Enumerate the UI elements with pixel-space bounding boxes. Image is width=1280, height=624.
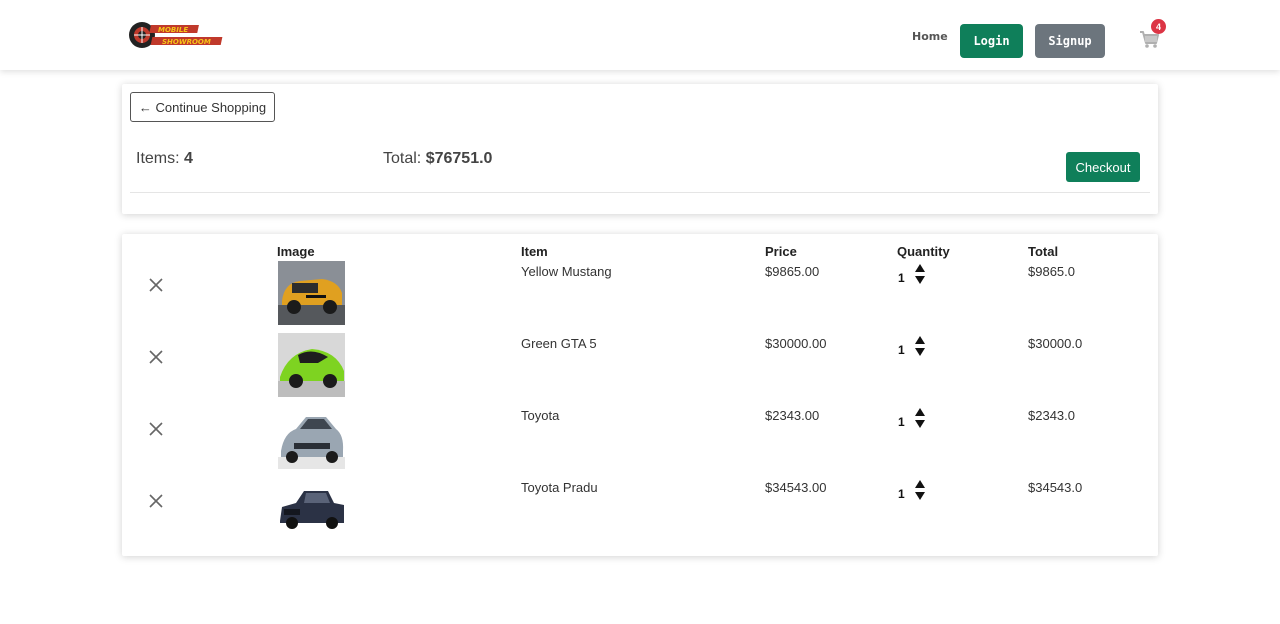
header-item: Item bbox=[521, 244, 548, 259]
item-total: $2343.0 bbox=[1028, 408, 1075, 423]
checkout-button[interactable]: Checkout bbox=[1066, 152, 1140, 182]
item-name: Green GTA 5 bbox=[521, 336, 597, 351]
quantity-stepper[interactable] bbox=[914, 407, 926, 429]
item-quantity: 1 bbox=[898, 271, 905, 285]
remove-item-icon[interactable] bbox=[148, 349, 164, 365]
item-price: $30000.00 bbox=[765, 336, 827, 351]
header-price: Price bbox=[765, 244, 797, 259]
items-value: 4 bbox=[184, 150, 193, 167]
product-image bbox=[278, 333, 345, 397]
item-name: Toyota Pradu bbox=[521, 480, 598, 495]
brand-logo[interactable]: MOBILE SHOWROOM bbox=[128, 20, 228, 50]
item-total: $9865.0 bbox=[1028, 264, 1075, 279]
table-row: Yellow Mustang $9865.00 1 $9865.0 bbox=[122, 261, 1158, 333]
remove-item-icon[interactable] bbox=[148, 277, 164, 293]
item-price: $9865.00 bbox=[765, 264, 820, 279]
item-total: $30000.0 bbox=[1028, 336, 1083, 351]
item-name: Yellow Mustang bbox=[521, 264, 612, 279]
total-label: Total: bbox=[383, 150, 422, 167]
item-quantity: 1 bbox=[898, 487, 905, 501]
cart-count-badge: 4 bbox=[1151, 19, 1166, 34]
svg-text:MOBILE: MOBILE bbox=[158, 26, 188, 34]
total-value: $76751.0 bbox=[425, 150, 493, 167]
cart-total: Total: $76751.0 bbox=[383, 150, 492, 168]
item-quantity: 1 bbox=[898, 343, 905, 357]
quantity-stepper[interactable] bbox=[914, 263, 926, 285]
item-price: $2343.00 bbox=[765, 408, 820, 423]
table-row: Toyota $2343.00 1 $2343.0 bbox=[122, 405, 1158, 477]
signup-button[interactable]: Signup bbox=[1035, 24, 1105, 58]
table-row: Toyota Pradu $34543.00 1 $34543.0 bbox=[122, 477, 1158, 549]
product-image bbox=[278, 477, 345, 541]
product-image bbox=[278, 261, 345, 325]
items-count: Items: 4 bbox=[136, 150, 193, 168]
quantity-stepper[interactable] bbox=[914, 335, 926, 357]
remove-item-icon[interactable] bbox=[148, 493, 164, 509]
items-label: Items: bbox=[136, 150, 180, 167]
item-quantity: 1 bbox=[898, 415, 905, 429]
login-button[interactable]: Login bbox=[960, 24, 1023, 58]
item-name: Toyota bbox=[521, 408, 560, 423]
header-quantity: Quantity bbox=[897, 244, 950, 259]
table-row: Green GTA 5 $30000.00 1 $30000.0 bbox=[122, 333, 1158, 405]
header-image: Image bbox=[277, 244, 315, 259]
nav-home-link[interactable]: Home bbox=[912, 30, 948, 43]
cart-summary-card: ← Continue Shopping Items: 4 Total: $767… bbox=[122, 84, 1158, 214]
navbar: MOBILE SHOWROOM Home Login Signup 4 bbox=[0, 0, 1280, 70]
svg-text:SHOWROOM: SHOWROOM bbox=[162, 38, 211, 46]
remove-item-icon[interactable] bbox=[148, 421, 164, 437]
continue-shopping-button[interactable]: ← Continue Shopping bbox=[130, 92, 275, 122]
quantity-stepper[interactable] bbox=[914, 479, 926, 501]
item-price: $34543.00 bbox=[765, 480, 827, 495]
header-total: Total bbox=[1028, 244, 1059, 259]
cart-table-card: Image Item Price Quantity Total Yellow M… bbox=[122, 234, 1158, 556]
item-total: $34543.0 bbox=[1028, 480, 1083, 495]
product-image bbox=[278, 405, 345, 469]
divider bbox=[130, 192, 1150, 193]
